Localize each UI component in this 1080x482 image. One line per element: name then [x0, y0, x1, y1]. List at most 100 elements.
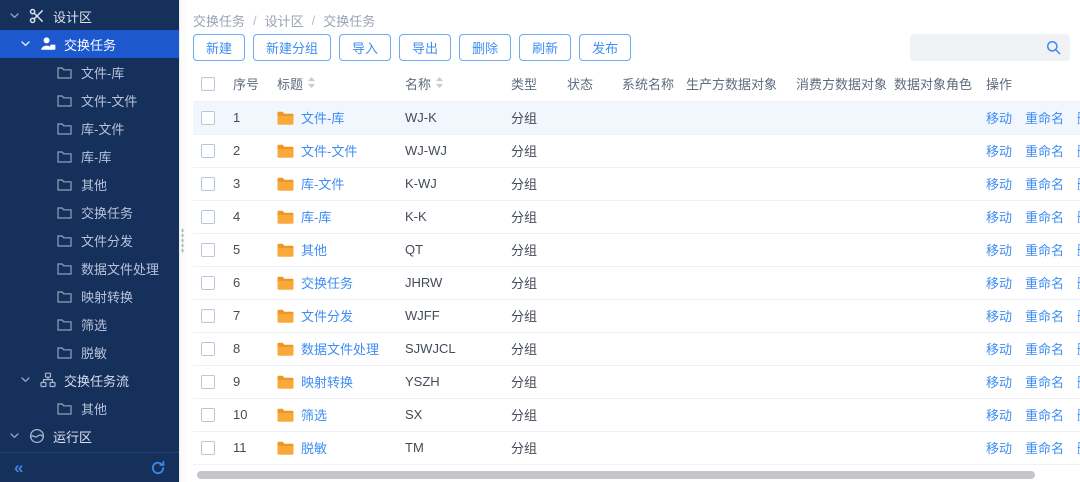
sidebar-splitter[interactable]: [179, 0, 185, 482]
rename-link[interactable]: 重命名: [1025, 309, 1064, 324]
sidebar-item-筛选[interactable]: 筛选: [0, 310, 179, 338]
table-row: 10筛选SX分组移动重命名删除: [193, 398, 1080, 431]
sidebar-item-label: 运行区: [53, 427, 92, 446]
move-link[interactable]: 移动: [986, 342, 1012, 357]
row-system-name: [622, 233, 686, 266]
move-link[interactable]: 移动: [986, 210, 1012, 225]
sidebar-item-映射转换[interactable]: 映射转换: [0, 282, 179, 310]
rename-link[interactable]: 重命名: [1025, 243, 1064, 258]
refresh-icon[interactable]: [151, 461, 165, 475]
horizontal-scrollbar-thumb[interactable]: [197, 471, 1035, 479]
row-title-link[interactable]: 脱敏: [301, 438, 327, 457]
sidebar-item-库-库[interactable]: 库-库: [0, 142, 179, 170]
rename-link[interactable]: 重命名: [1025, 210, 1064, 225]
chevron-down-icon[interactable]: [10, 433, 23, 439]
row-checkbox[interactable]: [201, 210, 215, 224]
row-title-link[interactable]: 库-库: [301, 207, 331, 226]
rename-link[interactable]: 重命名: [1025, 144, 1064, 159]
row-consumer-data-object: [796, 431, 894, 464]
row-checkbox[interactable]: [201, 111, 215, 125]
table-row: 3库-文件K-WJ分组移动重命名删除: [193, 167, 1080, 200]
sidebar-item-运行区[interactable]: 运行区: [0, 422, 179, 450]
breadcrumb-separator: /: [312, 13, 316, 28]
row-operations: 移动重命名删除: [986, 365, 1080, 398]
move-link[interactable]: 移动: [986, 276, 1012, 291]
sidebar-item-其他[interactable]: 其他: [0, 394, 179, 422]
chevron-down-icon[interactable]: [10, 13, 23, 19]
sidebar-item-label: 脱敏: [81, 343, 107, 362]
row-title-link[interactable]: 库-文件: [301, 174, 344, 193]
column-header-checkbox: [193, 67, 233, 101]
publish-button[interactable]: 发布: [579, 34, 631, 61]
sidebar-item-脱敏[interactable]: 脱敏: [0, 338, 179, 366]
row-checkbox[interactable]: [201, 276, 215, 290]
collapse-sidebar-button[interactable]: «: [14, 459, 23, 476]
sidebar-item-交换任务[interactable]: 交换任务: [0, 198, 179, 226]
search-icon[interactable]: [1046, 40, 1061, 55]
sidebar-item-数据文件处理[interactable]: 数据文件处理: [0, 254, 179, 282]
row-title-link[interactable]: 交换任务: [301, 273, 353, 292]
export-button[interactable]: 导出: [399, 34, 451, 61]
row-title-link[interactable]: 映射转换: [301, 372, 353, 391]
delete-button[interactable]: 删除: [459, 34, 511, 61]
row-title-link[interactable]: 文件-库: [301, 108, 344, 127]
sidebar-item-文件-文件[interactable]: 文件-文件: [0, 86, 179, 114]
row-checkbox[interactable]: [201, 309, 215, 323]
search-input[interactable]: [919, 40, 1046, 55]
rename-link[interactable]: 重命名: [1025, 276, 1064, 291]
row-checkbox[interactable]: [201, 441, 215, 455]
sidebar-item-文件-库[interactable]: 文件-库: [0, 58, 179, 86]
splitter-drag-handle-icon[interactable]: [181, 228, 184, 254]
move-link[interactable]: 移动: [986, 375, 1012, 390]
move-link[interactable]: 移动: [986, 111, 1012, 126]
refresh-list-button[interactable]: 刷新: [519, 34, 571, 61]
select-all-checkbox[interactable]: [201, 77, 215, 91]
breadcrumb-item[interactable]: 设计区: [265, 11, 304, 30]
row-checkbox[interactable]: [201, 408, 215, 422]
move-link[interactable]: 移动: [986, 144, 1012, 159]
rename-link[interactable]: 重命名: [1025, 441, 1064, 456]
move-link[interactable]: 移动: [986, 177, 1012, 192]
import-button[interactable]: 导入: [339, 34, 391, 61]
sidebar-item-设计区[interactable]: 设计区: [0, 2, 179, 30]
row-title-link[interactable]: 文件分发: [301, 306, 353, 325]
row-title-link[interactable]: 文件-文件: [301, 141, 357, 160]
breadcrumb-item[interactable]: 交换任务: [323, 11, 375, 30]
breadcrumb-item[interactable]: 交换任务: [193, 11, 245, 30]
row-name: SJWJCL: [405, 332, 511, 365]
sort-icon[interactable]: [307, 76, 316, 92]
row-title-link[interactable]: 数据文件处理: [301, 339, 379, 358]
rename-link[interactable]: 重命名: [1025, 408, 1064, 423]
sort-icon[interactable]: [435, 76, 444, 92]
chevron-down-icon[interactable]: [21, 41, 34, 47]
new-group-button[interactable]: 新建分组: [253, 34, 331, 61]
row-checkbox[interactable]: [201, 375, 215, 389]
folder-icon: [277, 177, 294, 191]
move-link[interactable]: 移动: [986, 408, 1012, 423]
move-link[interactable]: 移动: [986, 441, 1012, 456]
row-checkbox[interactable]: [201, 243, 215, 257]
rename-link[interactable]: 重命名: [1025, 375, 1064, 390]
new-button[interactable]: 新建: [193, 34, 245, 61]
row-title-link[interactable]: 其他: [301, 240, 327, 259]
move-link[interactable]: 移动: [986, 309, 1012, 324]
sidebar-item-其他[interactable]: 其他: [0, 170, 179, 198]
row-checkbox[interactable]: [201, 177, 215, 191]
row-status: [567, 266, 622, 299]
sidebar-item-交换任务[interactable]: 交换任务: [0, 30, 179, 58]
rename-link[interactable]: 重命名: [1025, 342, 1064, 357]
move-link[interactable]: 移动: [986, 243, 1012, 258]
row-data-object-role: [894, 101, 986, 134]
sidebar-item-交换任务流[interactable]: 交换任务流: [0, 366, 179, 394]
rename-link[interactable]: 重命名: [1025, 177, 1064, 192]
chevron-down-icon[interactable]: [21, 377, 34, 383]
row-checkbox[interactable]: [201, 144, 215, 158]
row-consumer-data-object: [796, 200, 894, 233]
rename-link[interactable]: 重命名: [1025, 111, 1064, 126]
row-checkbox[interactable]: [201, 342, 215, 356]
row-title-link[interactable]: 筛选: [301, 405, 327, 424]
sidebar-item-文件分发[interactable]: 文件分发: [0, 226, 179, 254]
column-header-producer_data_object: 生产方数据对象: [686, 67, 796, 101]
row-seq: 11: [233, 431, 277, 464]
sidebar-item-库-文件[interactable]: 库-文件: [0, 114, 179, 142]
